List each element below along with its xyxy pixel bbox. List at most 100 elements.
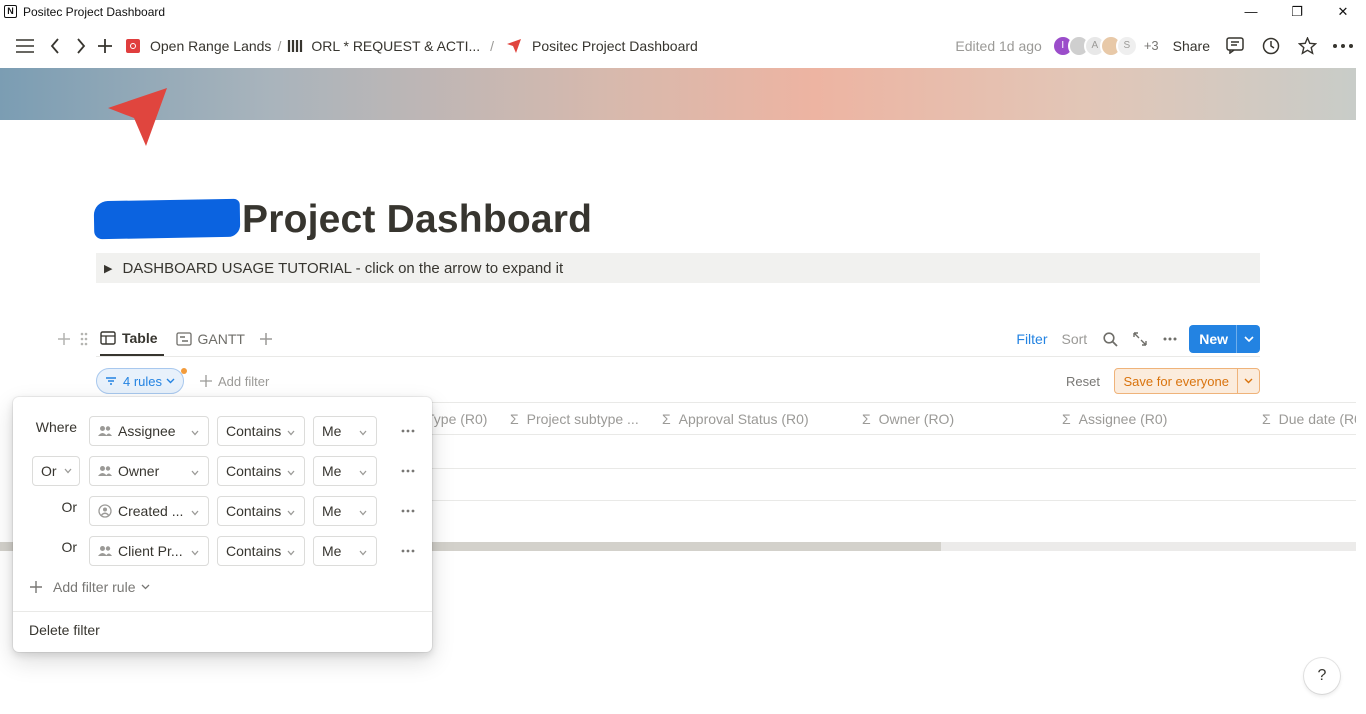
chevron-down-icon (190, 425, 200, 441)
rule-more-icon[interactable] (397, 416, 419, 446)
topbar-right: Edited 1d ago I A S +3 Share (955, 23, 1354, 68)
rule-property-select[interactable]: Assignee (89, 416, 209, 446)
new-page-plus-icon[interactable] (96, 35, 114, 57)
add-filter-label: Add filter (218, 373, 270, 389)
expand-icon[interactable] (1131, 332, 1149, 346)
tab-gantt[interactable]: GANTT (175, 322, 245, 356)
sort-button[interactable]: Sort (1062, 331, 1088, 347)
add-view-plus-icon[interactable] (259, 332, 273, 346)
collaborator-avatars[interactable]: I A S (1051, 34, 1138, 57)
breadcrumb-item-open-range-lands[interactable]: Open Range Lands (126, 38, 271, 54)
minimize-button[interactable]: — (1228, 0, 1274, 23)
rule-operator-label: Contains (226, 423, 282, 439)
chevron-down-icon (286, 505, 296, 521)
chevron-down-icon (286, 545, 296, 561)
page-title[interactable]: Project Dashboard (242, 198, 592, 242)
column-header-project-subtype[interactable]: Σ Project subtype ... (510, 403, 639, 434)
column-header-due-date[interactable]: Σ Due date (R0 (1262, 403, 1356, 434)
breadcrumb-item-positec-dashboard[interactable]: Positec Project Dashboard (506, 38, 698, 54)
more-options-icon[interactable] (1332, 43, 1354, 48)
rule-value-select[interactable]: Me (313, 496, 377, 526)
database-icon (287, 39, 303, 53)
add-filter-rule-button[interactable]: Add filter rule (29, 575, 150, 599)
toggle-arrow-icon[interactable]: ▶ (104, 262, 112, 275)
extra-collaborators-count[interactable]: +3 (1144, 38, 1159, 53)
filter-rule: Where Assignee Contains Me (13, 407, 432, 447)
sigma-icon: Σ (662, 411, 671, 427)
popup-divider (13, 611, 432, 612)
window-title: Positec Project Dashboard (23, 4, 166, 19)
rule-operator-select[interactable]: Contains (217, 416, 305, 446)
search-icon[interactable] (1101, 331, 1119, 347)
redacted-title-prefix (93, 198, 241, 240)
column-label: Assignee (R0) (1078, 411, 1168, 427)
add-block-plus-icon[interactable] (56, 332, 72, 346)
sigma-icon: Σ (510, 411, 519, 427)
column-header-approval-status[interactable]: Σ Approval Status (R0) (662, 403, 809, 434)
rule-operator-select[interactable]: Contains (217, 536, 305, 566)
edited-timestamp: Edited 1d ago (955, 37, 1042, 54)
favorite-star-icon[interactable] (1296, 36, 1318, 55)
rule-value-select[interactable]: Me (313, 536, 377, 566)
column-label: Owner (RO) (878, 411, 955, 427)
chevron-down-icon[interactable] (1237, 369, 1259, 393)
drag-handle-icon[interactable] (78, 332, 90, 346)
column-header-assignee[interactable]: Σ Assignee (R0) (1062, 403, 1168, 434)
vertical-scrollbar[interactable] (1356, 68, 1366, 714)
chevron-down-icon[interactable] (1236, 325, 1260, 353)
people-icon (98, 425, 112, 437)
rule-more-icon[interactable] (397, 456, 419, 486)
comment-icon[interactable] (1224, 37, 1246, 54)
view-more-icon[interactable] (1161, 337, 1179, 341)
chevron-down-icon (190, 545, 200, 561)
save-for-everyone-label: Save for everyone (1123, 373, 1229, 389)
unsaved-indicator-dot (181, 368, 187, 374)
tab-table[interactable]: Table (100, 322, 164, 356)
reset-button[interactable]: Reset (1066, 368, 1100, 394)
save-for-everyone-button[interactable]: Save for everyone (1114, 368, 1260, 394)
back-arrow-icon[interactable] (46, 35, 64, 57)
filter-button[interactable]: Filter (1016, 331, 1047, 347)
page-icon-red-arrow-icon[interactable] (106, 86, 170, 155)
rule-operator-label: Contains (226, 503, 282, 519)
help-button[interactable]: ? (1304, 658, 1340, 694)
column-header-owner[interactable]: Σ Owner (RO) (862, 403, 955, 434)
restore-button[interactable]: ❐ (1274, 0, 1320, 23)
history-clock-icon[interactable] (1260, 37, 1282, 55)
rule-more-icon[interactable] (397, 496, 419, 526)
chevron-down-icon (358, 425, 368, 441)
column-label: Approval Status (R0) (678, 411, 809, 427)
filter-lines-icon (105, 376, 117, 386)
rule-conjunction-select[interactable]: Or (32, 456, 80, 486)
rule-property-select[interactable]: Owner (89, 456, 209, 486)
rule-operator-select[interactable]: Contains (217, 496, 305, 526)
notion-app-icon: N (4, 5, 17, 18)
breadcrumb-separator: / (277, 37, 282, 54)
rule-value-select[interactable]: Me (313, 416, 377, 446)
column-label: Type (R0) (426, 411, 488, 427)
share-button[interactable]: Share (1173, 38, 1210, 54)
window-controls: — ❐ ✕ (1228, 0, 1366, 23)
rule-operator-select[interactable]: Contains (217, 456, 305, 486)
column-header-type[interactable]: Type (R0) (426, 403, 488, 434)
tutorial-toggle-block[interactable]: ▶ DASHBOARD USAGE TUTORIAL - click on th… (96, 253, 1260, 283)
new-record-button[interactable]: New (1189, 325, 1260, 353)
chevron-down-icon (358, 465, 368, 481)
filter-rule: Or Client Pr... Contains Me (13, 527, 432, 567)
forward-arrow-icon[interactable] (72, 35, 90, 57)
rule-more-icon[interactable] (397, 536, 419, 566)
delete-filter-button[interactable]: Delete filter (29, 622, 100, 638)
rule-property-select[interactable]: Client Pr... (89, 536, 209, 566)
people-icon (98, 465, 112, 477)
avatar: S (1115, 34, 1138, 57)
breadcrumb-item-orl-request[interactable]: ORL * REQUEST & ACTI... (287, 38, 480, 54)
add-filter-button[interactable]: Add filter (200, 368, 269, 394)
rule-property-select[interactable]: Created ... (89, 496, 209, 526)
chevron-down-icon (166, 378, 175, 384)
sigma-icon: Σ (862, 411, 871, 427)
rule-value-select[interactable]: Me (313, 456, 377, 486)
top-navigation: Open Range Lands / ORL * REQUEST & ACTI.… (0, 23, 1366, 68)
close-button[interactable]: ✕ (1320, 0, 1366, 23)
menu-icon[interactable] (14, 35, 36, 57)
filter-rules-pill[interactable]: 4 rules (96, 368, 185, 394)
